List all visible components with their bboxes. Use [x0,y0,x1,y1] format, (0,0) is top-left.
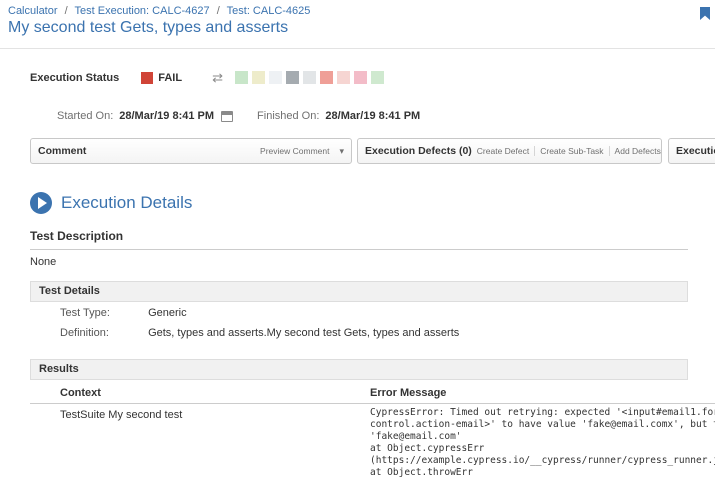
fail-color-square [141,72,153,84]
breadcrumb-test-link[interactable]: Test: CALC-4625 [227,5,311,17]
breadcrumb-separator: / [65,5,68,17]
execution-evidence-panel-title: Execution Evidence [676,145,715,157]
status-legend-square[interactable] [354,71,367,84]
results-header-divider [30,403,715,404]
execution-defects-panel[interactable]: Execution Defects (0) Create Defect Crea… [357,138,662,164]
status-legend-square[interactable] [269,71,282,84]
status-legend-square[interactable] [252,71,265,84]
execution-evidence-panel[interactable]: Execution Evidence [668,138,715,164]
bookmark-icon[interactable] [700,7,710,20]
started-on-value: 28/Mar/19 8:41 PM [119,110,214,122]
finished-on-label: Finished On: [257,110,319,122]
finished-on-group: Finished On: 28/Mar/19 8:41 PM [257,110,420,122]
comment-panel-actions: Preview Comment ▾ [255,146,344,157]
comment-panel[interactable]: Comment Preview Comment ▾ [30,138,352,164]
result-row-error-message: CypressError: Timed out retrying: expect… [370,407,715,479]
results-column-context: Context [60,387,101,399]
results-column-error-message: Error Message [370,387,446,399]
status-legend-square[interactable] [303,71,316,84]
status-value: FAIL [158,72,182,84]
breadcrumb: Calculator / Test Execution: CALC-4627 /… [8,5,310,17]
execution-defects-panel-title: Execution Defects (0) [365,145,472,157]
breadcrumb-separator: / [217,5,220,17]
breadcrumb-test-execution-link[interactable]: Test Execution: CALC-4627 [75,5,210,17]
definition-value: Gets, types and asserts.My second test G… [148,327,459,339]
status-legend [235,71,388,84]
times-row: Started On: 28/Mar/19 8:41 PM Finished O… [57,110,420,122]
header-divider [0,48,715,49]
preview-comment-button[interactable]: Preview Comment [255,146,334,156]
breadcrumb-project-link[interactable]: Calculator [8,5,58,17]
execution-status-label: Execution Status [30,72,119,84]
status-legend-square[interactable] [235,71,248,84]
result-row-context: TestSuite My second test [60,409,182,421]
change-status-icon: ⇄ [212,71,223,84]
status-legend-square[interactable] [286,71,299,84]
test-type-row: Test Type: Generic [60,307,187,319]
test-type-label: Test Type: [60,307,145,319]
calendar-icon[interactable] [221,111,233,122]
add-defects-button[interactable]: Add Defects [609,146,662,156]
started-on-label: Started On: [57,110,113,122]
create-subtask-button[interactable]: Create Sub-Task [534,146,608,156]
status-badge: FAIL [141,72,182,84]
status-legend-square[interactable] [371,71,384,84]
definition-row: Definition: Gets, types and asserts.My s… [60,327,459,339]
results-header: Results [30,359,688,380]
definition-label: Definition: [60,327,145,339]
status-legend-square[interactable] [320,71,333,84]
chevron-down-icon[interactable]: ▾ [339,146,344,157]
finished-on-value: 28/Mar/19 8:41 PM [325,110,420,122]
play-icon [30,192,52,214]
create-defect-button[interactable]: Create Defect [472,146,534,156]
page-title: My second test Gets, types and asserts [8,19,288,37]
execution-defects-actions: Create Defect Create Sub-Task Add Defect… [472,146,662,157]
test-type-value: Generic [148,307,187,319]
execution-details-title: Execution Details [61,193,192,213]
execution-details-heading: Execution Details [30,192,192,214]
comment-panel-title: Comment [38,145,86,157]
status-legend-square[interactable] [337,71,350,84]
test-description-heading: Test Description [30,229,688,250]
execution-status-row: Execution Status FAIL ⇄ [30,71,388,84]
test-description-content: None [30,256,56,268]
test-details-header: Test Details [30,281,688,302]
